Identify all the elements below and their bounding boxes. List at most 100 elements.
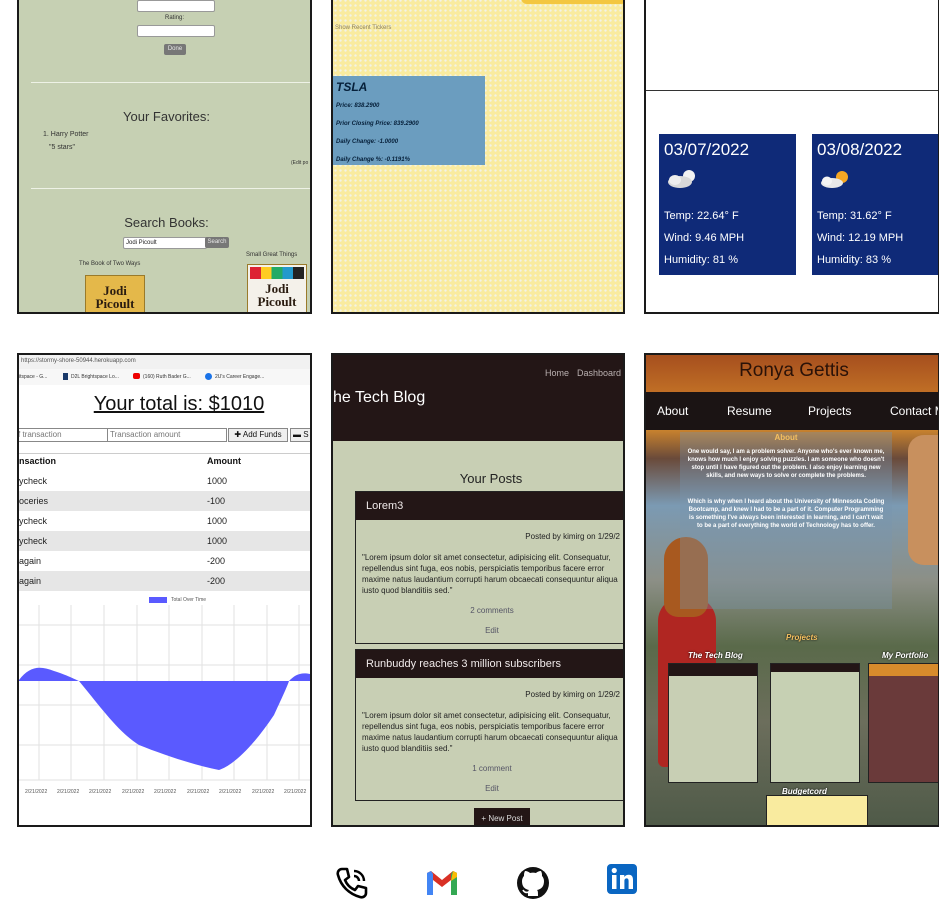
portfolio-nav: About Resume Projects Contact M	[646, 392, 938, 430]
x-tick-label: 2/21/2022	[25, 789, 47, 795]
project-tile-portfolio[interactable]: Ronya Gettis About Resume Projects Conta…	[644, 353, 939, 827]
project-tile-stock-tracker[interactable]: Show Recent Tickers TSLA Price: 838.2900…	[331, 0, 625, 314]
nav-about[interactable]: About	[657, 404, 688, 418]
stock-daily-change-pct: Daily Change %: -0.1191%	[336, 157, 410, 163]
new-post-button[interactable]: + New Post	[474, 808, 530, 825]
divider	[31, 188, 310, 189]
post-title[interactable]: Runbuddy reaches 3 million subscribers	[356, 650, 623, 678]
edit-link[interactable]: Edit	[356, 626, 623, 635]
bookmark-item[interactable]: itspace - G...	[19, 374, 47, 380]
project-thumbnail-tech-blog[interactable]	[668, 663, 758, 783]
x-tick-label: 2/21/2022	[284, 789, 306, 795]
about-paragraph: One would say, I am a problem solver. An…	[687, 449, 885, 479]
project-thumbnail-budget[interactable]	[766, 795, 868, 825]
transaction-amount: 1000	[207, 536, 228, 546]
transaction-name: oceries	[19, 496, 49, 506]
thumbnail-header	[669, 664, 757, 676]
phone-icon[interactable]	[334, 865, 370, 901]
post-body: "Lorem ipsum dolor sit amet consectetur,…	[362, 711, 618, 753]
forecast-date: 03/08/2022	[817, 140, 903, 159]
done-button[interactable]: Done	[164, 44, 186, 55]
forecast-humidity: Humidity: 81 %	[664, 254, 738, 266]
transaction-amount: -100	[207, 496, 226, 506]
cover-pattern	[250, 267, 304, 279]
nav-home-link[interactable]: Home	[545, 368, 569, 378]
transaction-name: ycheck	[19, 476, 48, 486]
linkedin-icon[interactable]	[606, 863, 638, 895]
x-tick-label: 2/21/2022	[89, 789, 111, 795]
project-tile-tech-blog[interactable]: Home Dashboard he Tech Blog Your Posts L…	[331, 353, 625, 827]
transaction-amount: -200	[207, 556, 226, 566]
transaction-name: ycheck	[19, 536, 48, 546]
stock-daily-change: Daily Change: -1.0000	[336, 139, 399, 145]
bookmark-item[interactable]: (160) Ruth Bader G...	[143, 374, 191, 380]
header-pill	[521, 0, 623, 4]
x-tick-label: 2/21/2022	[252, 789, 274, 795]
project-thumbnail-portfolio[interactable]	[868, 663, 938, 783]
recent-tickers-link[interactable]: Show Recent Tickers	[335, 25, 391, 31]
bookmark-item[interactable]: D2L Brightspace Lo...	[71, 374, 119, 380]
bookmark-item[interactable]: 2U's Career Engage...	[215, 374, 264, 380]
table-divider	[19, 453, 310, 454]
project-title[interactable]: The Tech Blog	[688, 651, 743, 660]
site-title[interactable]: he Tech Blog	[333, 389, 425, 407]
rating-input[interactable]	[137, 25, 215, 37]
portfolio-name: Ronya Gettis	[739, 360, 849, 381]
youtube-icon	[133, 373, 140, 379]
book-cover-image[interactable]: Jodi Picoult	[85, 275, 145, 312]
nav-dashboard-link[interactable]: Dashboard	[577, 368, 621, 378]
nav-contact[interactable]: Contact M	[890, 404, 938, 418]
x-tick-label: 2/21/2022	[187, 789, 209, 795]
legend-swatch	[149, 597, 167, 603]
bookmarks-bar: itspace - G... D2L Brightspace Lo... (16…	[19, 369, 310, 385]
edit-link[interactable]: Edit	[356, 784, 623, 793]
post-card[interactable]: Runbuddy reaches 3 million subscribers P…	[355, 649, 623, 801]
transaction-name: again	[19, 576, 42, 586]
comments-link[interactable]: 2 comments	[356, 606, 623, 615]
chart-legend-label: Total Over Time	[171, 597, 207, 603]
browser-url[interactable]: https://stormy-shore-50944.herokuapp.com	[21, 358, 136, 364]
thumbnail-header	[869, 664, 938, 676]
comments-link[interactable]: 1 comment	[356, 764, 623, 773]
table-row: ycheck 1000	[19, 471, 310, 491]
total-heading: Your total is: $1010	[93, 393, 265, 415]
transaction-name-input[interactable]: f transaction	[19, 428, 108, 442]
subtract-funds-button[interactable]: ▬ S	[290, 428, 310, 442]
project-tile-budget-tracker[interactable]: https://stormy-shore-50944.herokuapp.com…	[17, 353, 312, 827]
post-meta: Posted by kimirg on 1/29/2	[525, 690, 620, 699]
forecast-humidity: Humidity: 83 %	[817, 254, 891, 266]
transaction-name: ycheck	[19, 516, 48, 526]
book-cover-author: Jodi Picoult	[95, 283, 135, 311]
project-title[interactable]: My Portfolio	[882, 651, 928, 660]
stock-symbol: TSLA	[336, 80, 368, 94]
nav-resume[interactable]: Resume	[727, 404, 772, 418]
x-tick-label: 2/21/2022	[57, 789, 79, 795]
result-title: Small Great Things	[246, 252, 298, 258]
post-card[interactable]: Lorem3 Posted by kimirg on 1/29/2 "Lorem…	[355, 491, 623, 644]
project-tile-book-search[interactable]: Rating: Done Your Favorites: 1. Harry Po…	[17, 0, 312, 314]
project-thumbnail-books[interactable]	[770, 663, 860, 783]
project-tile-weather[interactable]: 03/07/2022 Temp: 22.64° F Wind: 9.46 MPH…	[644, 0, 939, 314]
add-funds-button[interactable]: ✚ Add Funds	[228, 428, 288, 442]
book-review-input[interactable]	[137, 0, 215, 12]
blog-header: Home Dashboard he Tech Blog	[333, 355, 623, 441]
github-icon[interactable]	[515, 865, 551, 901]
table-row: ycheck 1000	[19, 531, 310, 551]
nav-projects[interactable]: Projects	[808, 404, 851, 418]
book-cover-image[interactable]: Jodi Picoult	[247, 264, 307, 312]
transaction-amount: 1000	[207, 516, 228, 526]
result-title: The Book of Two Ways	[79, 261, 141, 267]
browser-url-bar: https://stormy-shore-50944.herokuapp.com	[19, 355, 310, 369]
book-search-input[interactable]: Jodi Picoult	[123, 237, 207, 249]
gmail-icon[interactable]	[424, 865, 460, 901]
post-meta: Posted by kimirg on 1/29/2	[525, 532, 620, 541]
transaction-amount-input[interactable]: Transaction amount	[107, 428, 227, 442]
column-header-amount: Amount	[207, 456, 241, 466]
about-section: About One would say, I am a problem solv…	[680, 432, 892, 609]
thumbnail-header	[771, 664, 859, 672]
edit-link-fragment[interactable]: (Edit po	[291, 160, 308, 166]
post-title[interactable]: Lorem3	[356, 492, 623, 520]
forecast-card: 03/07/2022 Temp: 22.64° F Wind: 9.46 MPH…	[659, 134, 796, 275]
search-button[interactable]: Search	[205, 237, 229, 248]
table-row: oceries -100	[19, 491, 310, 511]
